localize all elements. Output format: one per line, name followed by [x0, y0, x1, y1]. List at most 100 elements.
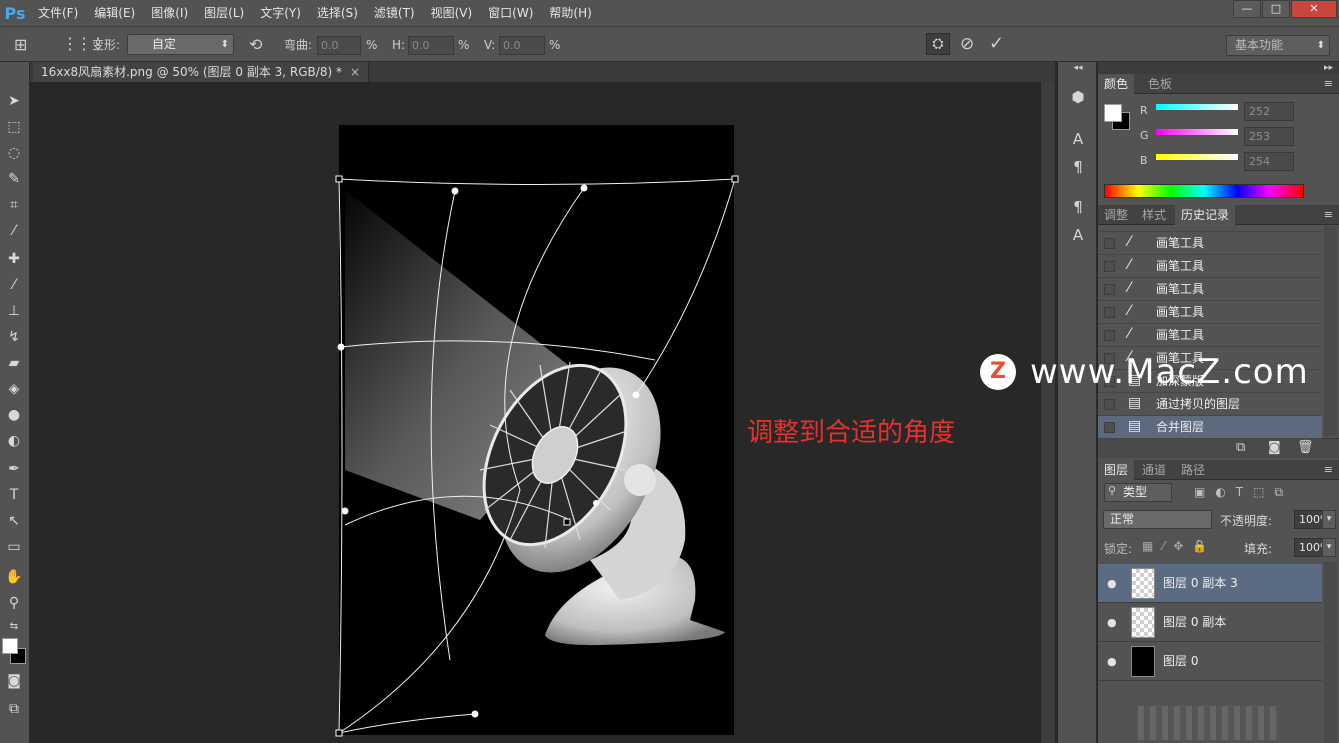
new-document-from-state-icon[interactable]: ⧉ [1236, 440, 1245, 455]
tab-color[interactable]: 颜色 [1098, 74, 1135, 94]
menu-type[interactable]: 文字(Y) [252, 0, 309, 26]
history-item[interactable]: ⁄ 画笔工具 [1098, 301, 1322, 324]
path-select-tool-icon[interactable]: ↖ [3, 510, 25, 532]
blur-tool-icon[interactable]: ● [3, 404, 25, 426]
character-style-icon[interactable]: A [1066, 224, 1090, 246]
b-value-input[interactable]: 254 [1244, 152, 1294, 171]
history-item[interactable]: ⁄ 画笔工具 [1098, 324, 1322, 347]
layer-row[interactable]: ● 图层 0 副本 [1098, 603, 1322, 642]
panel-menu-icon[interactable]: ≡ [1324, 205, 1333, 225]
stamp-tool-icon[interactable]: ⊥ [3, 300, 25, 322]
warp-mode-icon[interactable]: ⛭ [926, 33, 950, 55]
blend-mode-select[interactable]: 正常 [1103, 510, 1212, 529]
color-spectrum-bar[interactable] [1104, 184, 1304, 198]
layer-row[interactable]: ● 图层 0 [1098, 642, 1322, 681]
opacity-dropdown-icon[interactable]: ▾ [1322, 510, 1336, 529]
healing-brush-tool-icon[interactable]: ✚ [3, 248, 25, 270]
tab-styles[interactable]: 样式 [1136, 205, 1172, 225]
color-fg-swatch[interactable] [1104, 104, 1122, 122]
minimize-button[interactable]: — [1233, 0, 1261, 18]
layers-scrollbar[interactable] [1324, 562, 1337, 743]
3d-panel-icon[interactable]: ⬢ [1066, 86, 1090, 108]
menu-edit[interactable]: 编辑(E) [86, 0, 143, 26]
menu-select[interactable]: 选择(S) [309, 0, 366, 26]
history-snapshot-checkbox[interactable] [1104, 284, 1115, 295]
workspace-select[interactable]: 基本功能 [1226, 35, 1330, 56]
eyedropper-tool-icon[interactable]: ⁄ [3, 220, 25, 242]
close-window-button[interactable]: ✕ [1291, 0, 1337, 18]
b-slider[interactable] [1156, 154, 1238, 160]
layer-row[interactable]: ● 图层 0 副本 3 [1098, 564, 1322, 603]
character-panel-icon[interactable]: A [1066, 128, 1090, 150]
dodge-tool-icon[interactable]: ◐ [3, 430, 25, 452]
h-distort-input[interactable]: 0.0 [408, 36, 454, 55]
tab-channels[interactable]: 通道 [1136, 460, 1172, 480]
paint-bucket-tool-icon[interactable]: ◈ [3, 378, 25, 400]
paragraph-style-icon[interactable]: ¶ [1066, 196, 1090, 218]
quick-select-tool-icon[interactable]: ✎ [3, 168, 25, 190]
lock-icons[interactable]: ▦⁄✥🔒 [1142, 539, 1222, 555]
collapse-arrows-icon[interactable]: ◂◂ [1058, 62, 1098, 74]
pen-tool-icon[interactable]: ✒ [3, 458, 25, 480]
visibility-eye-icon[interactable]: ● [1107, 616, 1117, 629]
cancel-transform-icon[interactable]: ⊘ [960, 34, 974, 54]
history-item[interactable]: ▤ 合并图层 [1098, 416, 1322, 439]
history-snapshot-checkbox[interactable] [1104, 422, 1115, 433]
r-value-input[interactable]: 252 [1244, 102, 1294, 121]
history-snapshot-checkbox[interactable] [1104, 399, 1115, 410]
panel-menu-icon[interactable]: ≡ [1324, 460, 1333, 480]
history-snapshot-checkbox[interactable] [1104, 330, 1115, 341]
menu-filter[interactable]: 滤镜(T) [366, 0, 423, 26]
crop-tool-icon[interactable]: ⌗ [3, 194, 25, 216]
lasso-tool-icon[interactable]: ◌ [3, 142, 25, 164]
layer-filter-icons[interactable]: ▣◐T⬚⧉ [1194, 483, 1304, 502]
screen-mode-icon[interactable]: ⧉ [3, 698, 25, 720]
tab-layers[interactable]: 图层 [1098, 460, 1135, 480]
menu-help[interactable]: 帮助(H) [541, 0, 599, 26]
camera-icon[interactable]: ◙ [1268, 440, 1281, 455]
document-canvas[interactable] [339, 125, 734, 735]
panel-menu-icon[interactable]: ≡ [1324, 74, 1333, 94]
tab-paths[interactable]: 路径 [1175, 460, 1211, 480]
tab-swatches[interactable]: 色板 [1142, 74, 1178, 94]
zoom-tool-icon[interactable]: ⚲ [3, 592, 25, 614]
history-scrollbar[interactable] [1324, 226, 1337, 436]
warp-style-select[interactable]: 自定 [127, 34, 234, 55]
bend-input[interactable]: 0.0 [317, 36, 361, 55]
history-snapshot-checkbox[interactable] [1104, 307, 1115, 318]
paragraph-panel-icon[interactable]: ¶ [1066, 156, 1090, 178]
menu-file[interactable]: 文件(F) [30, 0, 86, 26]
visibility-eye-icon[interactable]: ● [1107, 655, 1117, 668]
trash-icon[interactable]: 🗑 [1297, 440, 1314, 455]
eraser-tool-icon[interactable]: ▰ [3, 352, 25, 374]
fill-dropdown-icon[interactable]: ▾ [1322, 538, 1336, 557]
menu-layer[interactable]: 图层(L) [196, 0, 252, 26]
g-slider[interactable] [1156, 129, 1238, 135]
marquee-tool-icon[interactable]: ⬚ [3, 116, 25, 138]
v-distort-input[interactable]: 0.0 [499, 36, 545, 55]
hand-tool-icon[interactable]: ✋ [3, 566, 25, 588]
tab-adjustments[interactable]: 调整 [1098, 205, 1134, 225]
history-snapshot-checkbox[interactable] [1104, 238, 1115, 249]
move-tool-icon[interactable]: ⊞ [14, 35, 27, 54]
history-item[interactable]: ⁄ 画笔工具 [1098, 232, 1322, 255]
menu-view[interactable]: 视图(V) [423, 0, 481, 26]
history-item[interactable]: ⁄ 画笔工具 [1098, 278, 1322, 301]
menu-window[interactable]: 窗口(W) [480, 0, 541, 26]
document-tab[interactable]: 16xx8风扇素材.png @ 50% (图层 0 副本 3, RGB/8) *… [33, 62, 370, 82]
swap-colors-icon[interactable]: ⇆ [3, 616, 25, 638]
menu-image[interactable]: 图像(I) [143, 0, 196, 26]
warp-orientation-icon[interactable]: ⟲ [249, 35, 262, 54]
g-value-input[interactable]: 253 [1244, 127, 1294, 146]
brush-tool-icon[interactable]: ⁄ [3, 274, 25, 296]
close-document-icon[interactable]: × [350, 65, 360, 79]
commit-transform-icon[interactable]: ✓ [989, 33, 1004, 54]
quick-mask-icon[interactable]: ◙ [3, 670, 25, 692]
move-tool-icon[interactable]: ➤ [3, 90, 25, 112]
history-brush-tool-icon[interactable]: ↯ [3, 326, 25, 348]
history-item[interactable]: ▤ 通过拷贝的图层 [1098, 393, 1322, 416]
r-slider[interactable] [1156, 104, 1238, 110]
rectangle-tool-icon[interactable]: ▭ [3, 536, 25, 558]
vertical-scrollbar[interactable] [1041, 82, 1055, 743]
type-tool-icon[interactable]: T [3, 484, 25, 506]
